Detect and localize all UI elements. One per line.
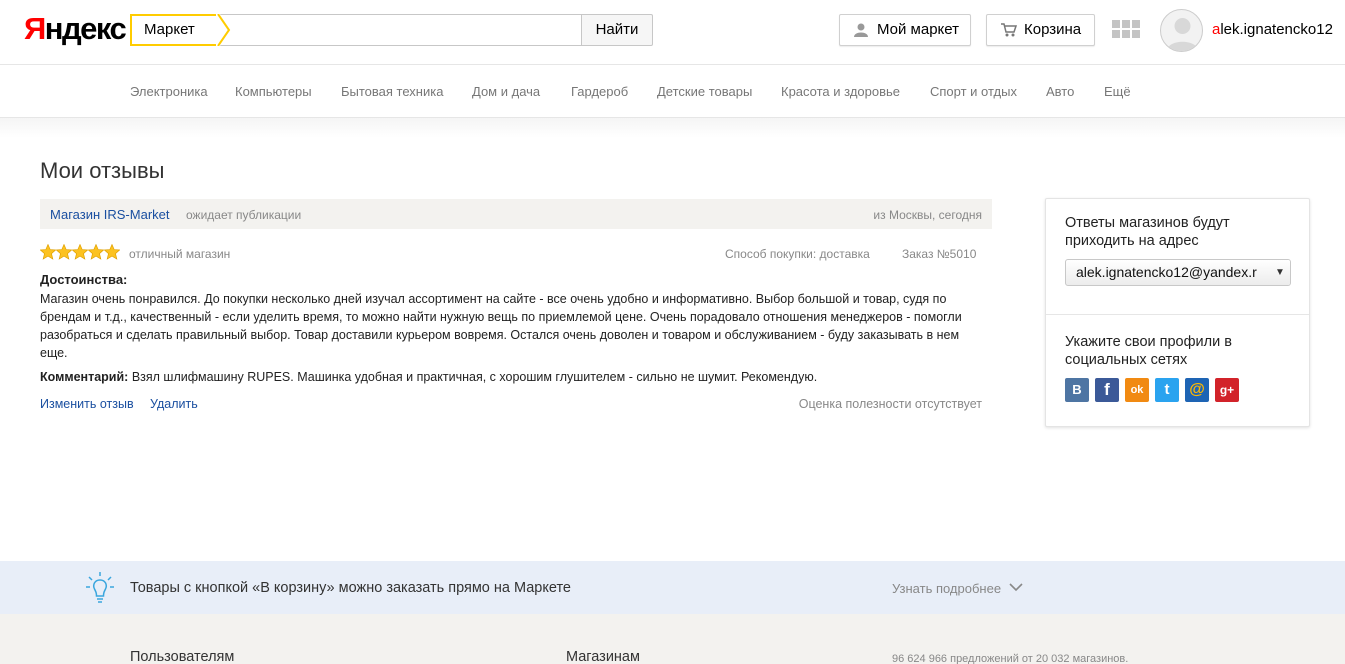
pros-title: Достоинства: bbox=[40, 272, 128, 287]
purchase-method: Способ покупки: доставка bbox=[725, 247, 870, 261]
category-more[interactable]: Ещё bbox=[1104, 84, 1131, 99]
category-electronics[interactable]: Электроника bbox=[130, 84, 208, 99]
review-header: Магазин IRS-Market ожидает публикации из… bbox=[40, 199, 992, 229]
rating-text: отличный магазин bbox=[129, 247, 231, 261]
info-banner: Товары с кнопкой «В корзину» можно заказ… bbox=[0, 561, 1345, 614]
answers-address-text: Ответы магазинов будут приходить на адре… bbox=[1065, 215, 1230, 249]
order-number: Заказ №5010 bbox=[902, 247, 977, 261]
category-appliances[interactable]: Бытовая техника bbox=[341, 84, 443, 99]
footer-shops-heading: Магазинам bbox=[566, 649, 640, 664]
shop-link[interactable]: Магазин IRS-Market bbox=[50, 207, 170, 222]
usefulness-rating: Оценка полезности отсутствует bbox=[798, 397, 982, 411]
service-tag-market[interactable]: Маркет bbox=[130, 14, 231, 46]
review-location-date: из Москвы, сегодня bbox=[873, 208, 982, 222]
my-market-button[interactable]: Мой маркет bbox=[839, 14, 971, 46]
apps-grid-icon[interactable] bbox=[1112, 20, 1142, 40]
star-icon bbox=[104, 244, 120, 260]
comment-text: Взял шлифмашину RUPES. Машинка удобная и… bbox=[128, 370, 818, 384]
twitter-icon[interactable]: t bbox=[1155, 378, 1179, 402]
email-select[interactable]: alek.ignatencko12@yandex.r ▼ bbox=[1065, 259, 1291, 286]
star-icon bbox=[88, 244, 104, 260]
category-computers[interactable]: Компьютеры bbox=[235, 84, 312, 99]
social-profiles-text: Укажите свои профили в социальных сетях bbox=[1065, 334, 1232, 368]
header: Яндекс Маркет Найти Мой маркет Корзина a… bbox=[0, 0, 1345, 65]
footer: Пользователям Магазинам 96 624 966 предл… bbox=[0, 614, 1345, 664]
divider bbox=[1046, 314, 1309, 315]
category-auto[interactable]: Авто bbox=[1046, 84, 1074, 99]
search-form: Маркет Найти bbox=[130, 14, 653, 46]
review-status: ожидает публикации bbox=[186, 208, 302, 222]
lightbulb-icon bbox=[86, 572, 114, 603]
comment-label: Комментарий: bbox=[40, 370, 129, 384]
star-icon bbox=[40, 244, 56, 260]
mailru-icon[interactable]: @ bbox=[1185, 378, 1209, 402]
avatar[interactable] bbox=[1160, 9, 1203, 52]
comment: Комментарий: Взял шлифмашину RUPES. Маши… bbox=[40, 369, 980, 385]
side-panel: Ответы магазинов будут приходить на адре… bbox=[1045, 198, 1310, 427]
google-plus-icon[interactable]: g+ bbox=[1215, 378, 1239, 402]
username[interactable]: alek.ignatencko12 bbox=[1212, 21, 1333, 38]
category-kids[interactable]: Детские товары bbox=[657, 84, 752, 99]
footer-stats: 96 624 966 предложений от 20 032 магазин… bbox=[892, 653, 1129, 664]
delete-review-link[interactable]: Удалить bbox=[150, 397, 198, 411]
category-wardrobe[interactable]: Гардероб bbox=[571, 84, 628, 99]
edit-review-link[interactable]: Изменить отзыв bbox=[40, 397, 134, 411]
category-home-garden[interactable]: Дом и дача bbox=[472, 84, 540, 99]
category-beauty-health[interactable]: Красота и здоровье bbox=[781, 84, 900, 99]
category-nav: Электроника Компьютеры Бытовая техника Д… bbox=[0, 65, 1345, 118]
yandex-logo[interactable]: Яндекс bbox=[24, 11, 127, 47]
learn-more-link[interactable]: Узнать подробнее bbox=[892, 581, 1001, 596]
rating-stars bbox=[40, 244, 120, 260]
tag-arrow-icon bbox=[216, 14, 231, 46]
avatar-silhouette-icon bbox=[1166, 18, 1199, 51]
cart-button[interactable]: Корзина bbox=[986, 14, 1095, 46]
dropdown-arrow-icon: ▼ bbox=[1270, 260, 1290, 285]
cart-icon bbox=[1001, 23, 1017, 37]
chevron-down-icon[interactable] bbox=[1009, 582, 1023, 592]
pros-text: Магазин очень понравился. До покупки нес… bbox=[40, 292, 962, 360]
category-sport[interactable]: Спорт и отдых bbox=[930, 84, 1017, 99]
nav-shadow bbox=[0, 118, 1345, 138]
vk-icon[interactable]: В bbox=[1065, 378, 1089, 402]
banner-text: Товары с кнопкой «В корзину» можно заказ… bbox=[130, 580, 571, 596]
star-icon bbox=[56, 244, 72, 260]
page-title: Мои отзывы bbox=[40, 158, 165, 183]
search-button[interactable]: Найти bbox=[581, 14, 653, 46]
odnoklassniki-icon[interactable]: ok bbox=[1125, 378, 1149, 402]
star-icon bbox=[72, 244, 88, 260]
user-icon bbox=[854, 23, 868, 37]
facebook-icon[interactable]: f bbox=[1095, 378, 1119, 402]
footer-users-heading: Пользователям bbox=[130, 649, 235, 664]
